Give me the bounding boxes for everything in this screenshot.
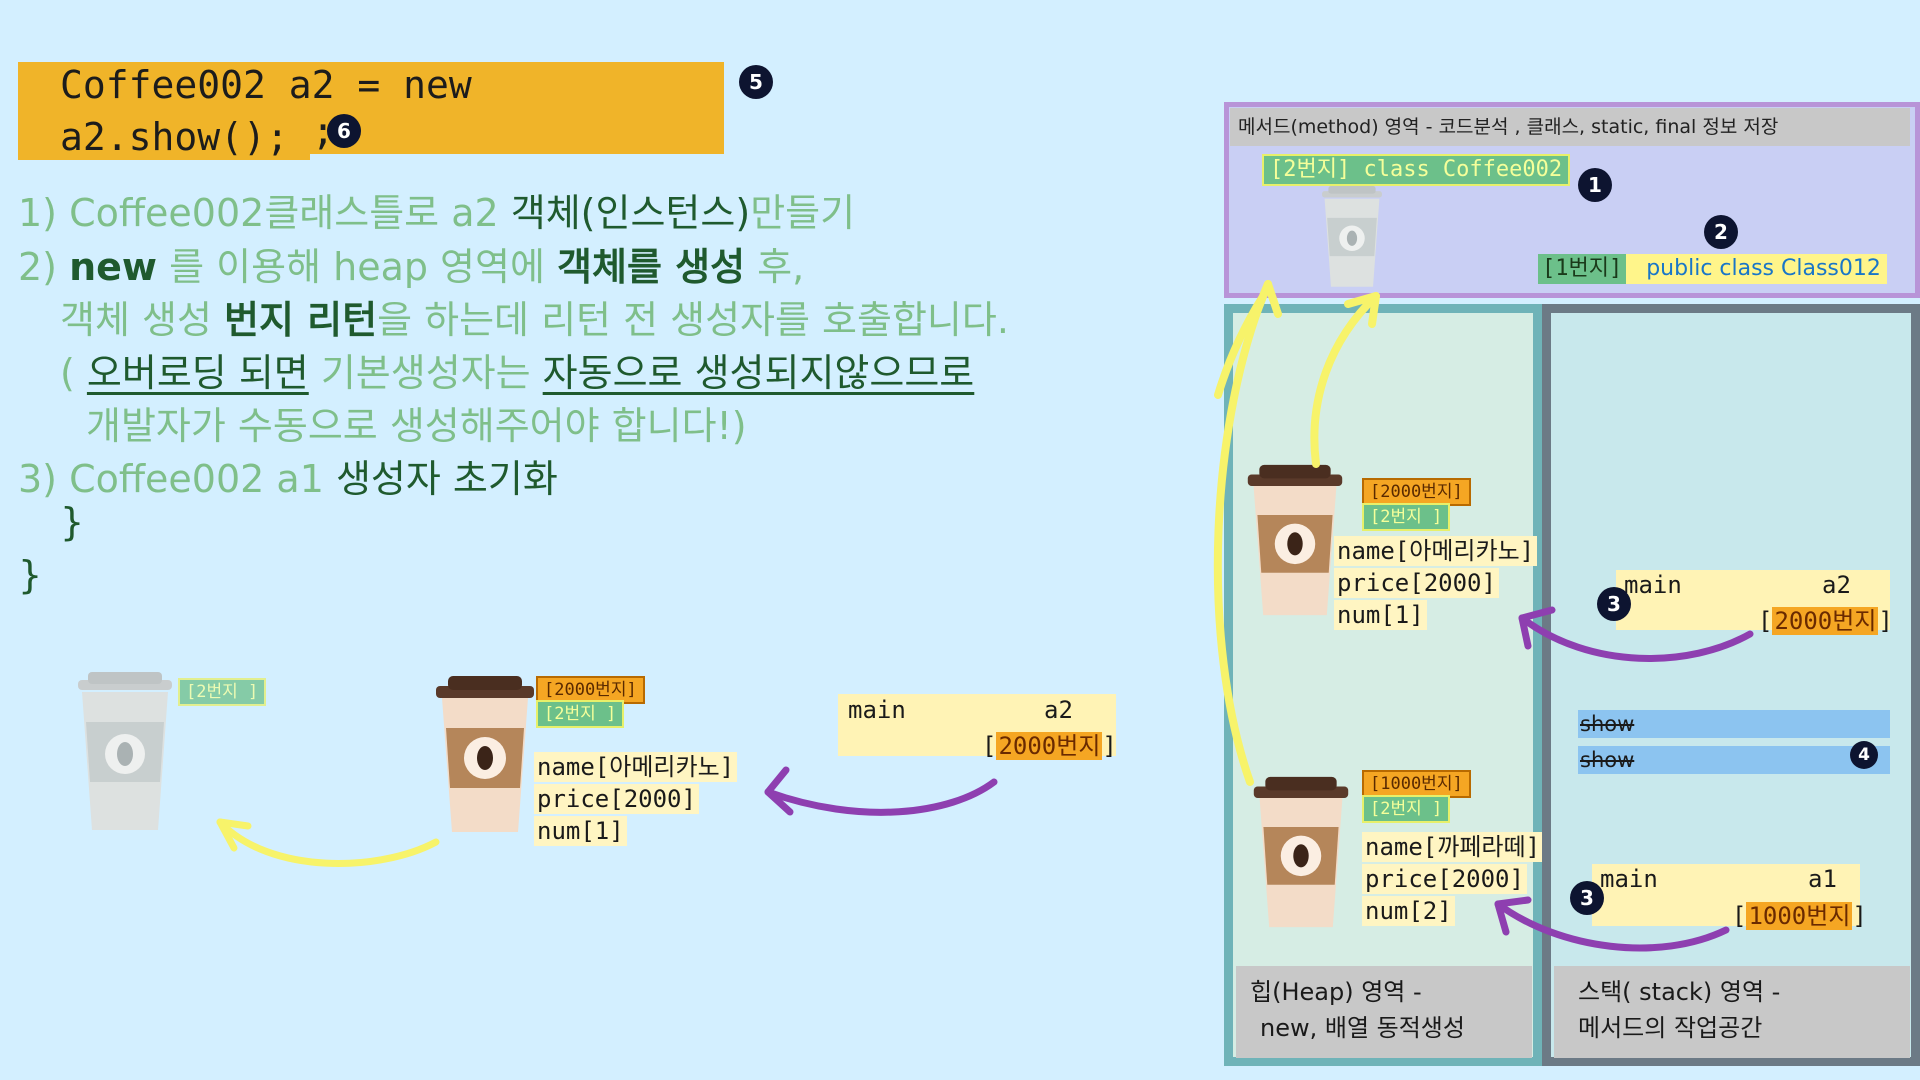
- stack-frame-address: [1000번지]: [1732, 896, 1867, 931]
- explanation-line-1: 1) Coffee002클래스틀로 a2 객체(인스턴스)만들기: [18, 182, 855, 237]
- explanation-text: 후,: [745, 245, 805, 289]
- heap-cup2-num: num[2]: [1362, 896, 1455, 926]
- stack-area: [1542, 304, 1920, 1066]
- gray-cup-class-tag: [2번지 ]: [178, 678, 267, 706]
- arrow-yellow-left: [216, 818, 440, 867]
- bracket: ]: [1102, 732, 1117, 760]
- explanation-text: (: [60, 351, 87, 395]
- field-num: num[1]: [534, 816, 627, 846]
- explanation-text: 를 이용해 heap 영역에: [157, 245, 558, 289]
- explanation-emphasis: 번지 리턴: [224, 298, 378, 342]
- public-class-address: [1번지]: [1538, 254, 1627, 284]
- explanation-emphasis: new: [69, 245, 158, 289]
- field-price: price[2000]: [534, 784, 699, 814]
- coffee-cup-icon: [436, 676, 534, 832]
- heap-cup1-class-tag: [2번지 ]: [1362, 503, 1451, 531]
- step-badge-3: 3: [1597, 587, 1631, 621]
- explanation-emphasis: 자동으로 생성되지않으므로: [542, 351, 975, 395]
- cup-class-tag: [2번지 ]: [536, 700, 625, 728]
- heap-coffee-cup-icon: [1247, 464, 1343, 616]
- method-area-header: 메서드(method) 영역 - 코드분석 , 클래스, static, fin…: [1230, 108, 1910, 146]
- explanation-text: 3) Coffee002 a1: [18, 457, 336, 501]
- closing-brace-1: }: [60, 500, 85, 544]
- heap-cup2-name: name[까페라떼]: [1362, 832, 1544, 862]
- step-badge-6: 6: [327, 114, 361, 148]
- class-coffee-cup-icon: [1322, 186, 1382, 287]
- heap-label-desc: new, 배열 동적생성: [1260, 1014, 1465, 1042]
- address-value: 1000번지: [1746, 902, 1853, 930]
- explanation-emphasis: 객체를 생성: [557, 245, 746, 289]
- explanation-line-4: ( 오버로딩 되면 기본생성자는 자동으로 생성되지않으므로: [60, 342, 974, 397]
- step-badge-2: 2: [1704, 215, 1738, 249]
- heap-area-label: 힙(Heap) 영역 - new, 배열 동적생성: [1236, 966, 1532, 1058]
- stack-area-label: 스택( stack) 영역 - 메서드의 작업공간: [1554, 966, 1910, 1058]
- closing-brace-2: }: [18, 553, 43, 597]
- heap-cup2-class-tag: [2번지 ]: [1362, 795, 1451, 823]
- heap-label-title: 힙(Heap) 영역 -: [1250, 978, 1422, 1006]
- heap-cup2-price: price[2000]: [1362, 864, 1527, 894]
- stack-frame-method: main: [1600, 865, 1658, 893]
- stack-label-title: 스택( stack) 영역 -: [1578, 978, 1781, 1006]
- stack-label-desc: 메서드의 작업공간: [1578, 1014, 1763, 1042]
- code-line-2: a2.show();: [18, 114, 310, 160]
- public-class-name: public class Class012: [1646, 256, 1881, 281]
- stack-frame-method: main: [848, 696, 906, 724]
- explanation-line-2: 2) new 를 이용해 heap 영역에 객체를 생성 후,: [18, 236, 804, 291]
- explanation-text: 객체 생성: [60, 298, 224, 342]
- heap-area: [1224, 304, 1542, 1066]
- explanation-text: 기본생성자는: [308, 351, 543, 395]
- step-badge-1: 1: [1578, 168, 1612, 202]
- arrow-purple-left: [764, 766, 998, 816]
- explanation-emphasis: 오버로딩 되면: [86, 351, 309, 395]
- address-value: 2000번지: [996, 732, 1103, 760]
- stack-frame-show-1: show: [1578, 710, 1890, 738]
- bracket: [: [1758, 607, 1773, 635]
- explanation-line-6: 3) Coffee002 a1 생성자 초기화: [18, 448, 558, 503]
- step-badge-5: 5: [739, 65, 773, 99]
- bracket: ]: [1852, 902, 1867, 930]
- stack-frame-variable: a2: [1822, 571, 1851, 599]
- heap-coffee-cup-icon: [1253, 776, 1349, 928]
- stack-frame-variable: a2: [1044, 696, 1073, 724]
- stack-frame-address: [2000번지]: [1758, 601, 1893, 636]
- step-badge-4: 4: [1850, 741, 1878, 769]
- gray-coffee-cup-icon: [78, 672, 172, 830]
- explanation-line-5: 개발자가 수동으로 생성해주어야 합니다!): [86, 404, 747, 448]
- heap-cup1-price: price[2000]: [1334, 568, 1499, 598]
- heap-cup1-num: num[1]: [1334, 600, 1427, 630]
- explanation-text: 1) Coffee002클래스틀로 a2: [18, 191, 511, 235]
- field-name: name[아메리카노]: [534, 752, 738, 782]
- stack-frame-method: main: [1624, 571, 1682, 599]
- explanation-text: 만들기: [750, 191, 856, 235]
- explanation-line-3: 객체 생성 번지 리턴을 하는데 리턴 전 생성자를 호출합니다.: [60, 289, 1009, 344]
- stack-frame-variable: a1: [1808, 865, 1837, 893]
- class-coffee002-tag: [2번지] class Coffee002: [1262, 154, 1571, 186]
- address-value: 2000번지: [1772, 607, 1879, 635]
- explanation-emphasis: 생성자 초기화: [335, 457, 558, 501]
- bracket: [: [982, 732, 997, 760]
- bracket: ]: [1878, 607, 1893, 635]
- stack-frame-show-2: show: [1578, 746, 1890, 774]
- stack-frame-address: [2000번지]: [982, 726, 1117, 761]
- explanation-emphasis: 객체(인스턴스): [510, 191, 751, 235]
- public-class-tag: [1번지] public class Class012: [1538, 254, 1887, 284]
- explanation-text: 2): [18, 245, 70, 289]
- heap-cup2-address-tag: [1000번지]: [1362, 770, 1471, 798]
- bracket: [: [1732, 902, 1747, 930]
- heap-cup1-address-tag: [2000번지]: [1362, 478, 1471, 506]
- step-badge-3: 3: [1570, 881, 1604, 915]
- heap-cup1-name: name[아메리카노]: [1334, 536, 1538, 566]
- explanation-text: 을 하는데 리턴 전 생성자를 호출합니다.: [377, 298, 1009, 342]
